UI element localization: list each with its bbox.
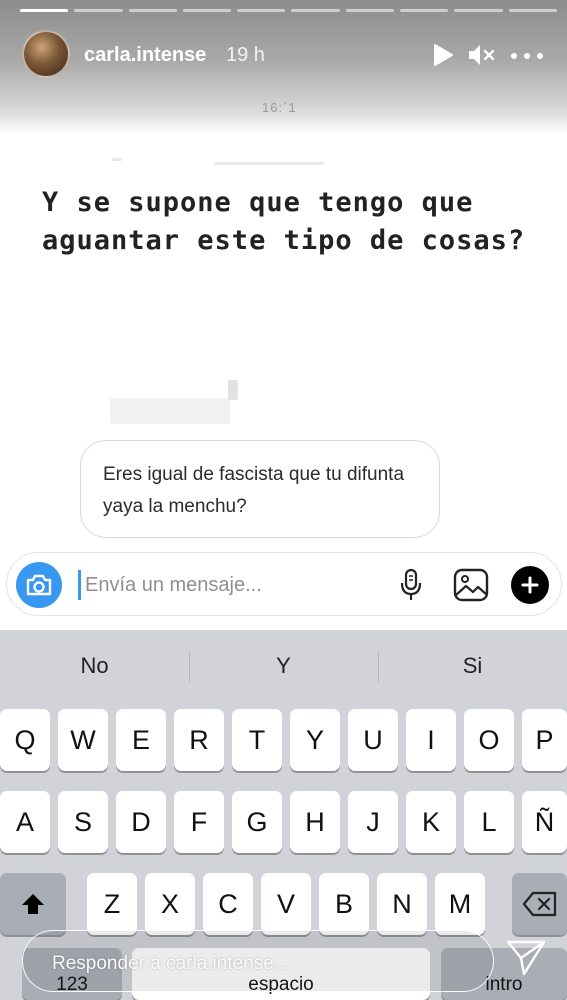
story-reply-placeholder: Responder a carla.intense... bbox=[52, 953, 290, 974]
story-username[interactable]: carla.intense bbox=[84, 44, 206, 67]
key-l[interactable]: L bbox=[464, 791, 514, 853]
key-b[interactable]: B bbox=[319, 873, 369, 935]
key-m[interactable]: M bbox=[435, 873, 485, 935]
key-r[interactable]: R bbox=[174, 709, 224, 771]
backspace-icon bbox=[522, 891, 556, 917]
blurred-timestamp: 16:´1 bbox=[262, 100, 297, 115]
key-t[interactable]: T bbox=[232, 709, 282, 771]
key-z[interactable]: Z bbox=[87, 873, 137, 935]
play-icon[interactable] bbox=[432, 43, 454, 67]
shift-key[interactable] bbox=[0, 873, 66, 935]
gallery-button[interactable] bbox=[452, 566, 490, 604]
key-w[interactable]: W bbox=[58, 709, 108, 771]
add-button[interactable] bbox=[511, 566, 549, 604]
mute-icon[interactable] bbox=[467, 43, 497, 67]
key-e[interactable]: E bbox=[116, 709, 166, 771]
progress-segment bbox=[74, 9, 123, 12]
microphone-icon bbox=[400, 568, 422, 600]
message-input[interactable] bbox=[85, 567, 375, 603]
key-h[interactable]: H bbox=[290, 791, 340, 853]
key-n[interactable]: N bbox=[377, 873, 427, 935]
suggestion-item[interactable]: No bbox=[0, 630, 189, 702]
progress-segment bbox=[182, 9, 232, 12]
avatar[interactable] bbox=[22, 30, 70, 78]
progress-segment bbox=[508, 9, 557, 12]
key-d[interactable]: D bbox=[116, 791, 166, 853]
key-c[interactable]: C bbox=[203, 873, 253, 935]
story-header: carla.intense 19 h 16:´1 bbox=[0, 0, 567, 135]
camera-button[interactable] bbox=[16, 562, 62, 608]
smudge bbox=[110, 398, 230, 424]
smudge bbox=[228, 380, 238, 400]
progress-segment bbox=[128, 9, 177, 12]
backspace-key[interactable] bbox=[512, 873, 567, 935]
key-o[interactable]: O bbox=[464, 709, 514, 771]
key-f[interactable]: F bbox=[174, 791, 224, 853]
key-q[interactable]: Q bbox=[0, 709, 50, 771]
predictive-bar: No Y Si bbox=[0, 630, 567, 702]
key-g[interactable]: G bbox=[232, 791, 282, 853]
key-a[interactable]: A bbox=[0, 791, 50, 853]
key-enye[interactable]: Ñ bbox=[522, 791, 567, 853]
smudge bbox=[112, 158, 122, 161]
key-x[interactable]: X bbox=[145, 873, 195, 935]
shift-icon bbox=[22, 894, 44, 914]
text-cursor bbox=[78, 570, 81, 600]
message-composer bbox=[6, 552, 562, 616]
key-v[interactable]: V bbox=[261, 873, 311, 935]
plus-icon bbox=[521, 576, 539, 594]
gallery-icon bbox=[453, 568, 489, 602]
key-u[interactable]: U bbox=[348, 709, 398, 771]
progress-segment bbox=[237, 9, 286, 12]
send-icon[interactable] bbox=[505, 938, 547, 978]
microphone-button[interactable] bbox=[396, 567, 426, 603]
key-y[interactable]: Y bbox=[290, 709, 340, 771]
progress-segment bbox=[400, 9, 449, 12]
camera-icon bbox=[26, 574, 52, 596]
suggestion-item[interactable]: Y bbox=[189, 630, 378, 702]
message-bubble: Eres igual de fascista que tu difunta ya… bbox=[80, 440, 440, 538]
progress-segment bbox=[291, 9, 340, 12]
more-icon[interactable] bbox=[510, 52, 544, 60]
key-s[interactable]: S bbox=[58, 791, 108, 853]
smudge bbox=[214, 162, 324, 165]
key-k[interactable]: K bbox=[406, 791, 456, 853]
progress-segment bbox=[20, 9, 69, 12]
key-i[interactable]: I bbox=[406, 709, 456, 771]
story-caption: Y se supone que tengo que aguantar este … bbox=[42, 187, 526, 256]
suggestion-item[interactable]: Si bbox=[378, 630, 567, 702]
progress-segment bbox=[454, 9, 503, 12]
key-p[interactable]: P bbox=[522, 709, 567, 771]
key-j[interactable]: J bbox=[348, 791, 398, 853]
progress-segment bbox=[345, 9, 395, 12]
story-time-ago: 19 h bbox=[226, 44, 265, 66]
story-progress bbox=[20, 9, 557, 12]
